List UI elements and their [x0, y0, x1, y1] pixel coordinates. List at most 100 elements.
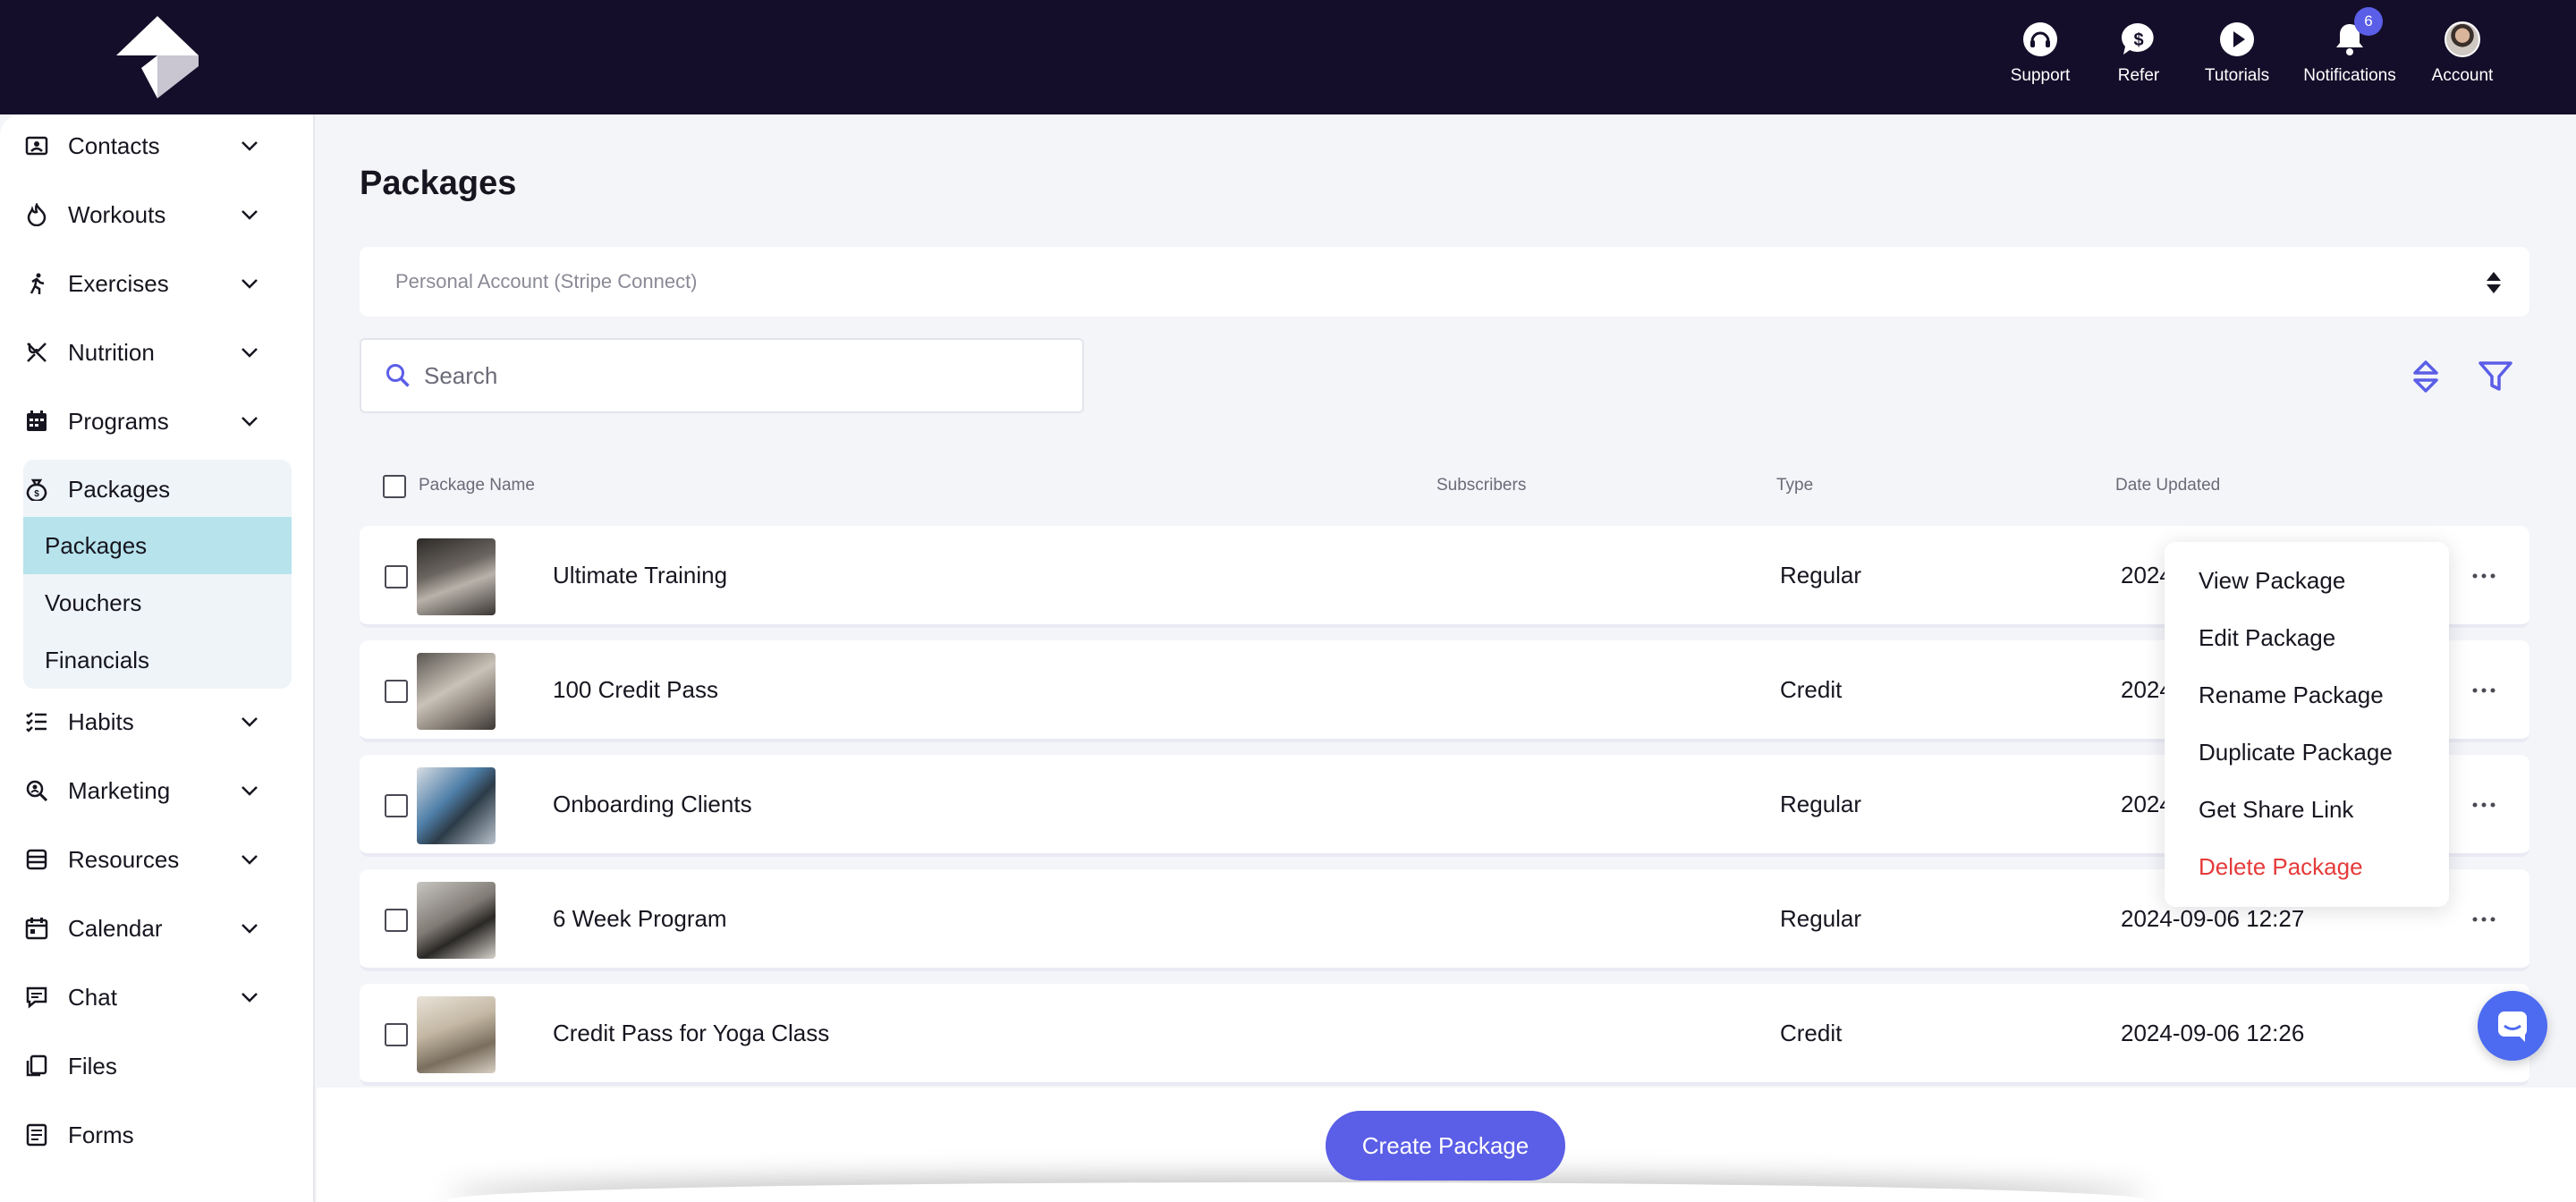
sidebar-subitem-packages[interactable]: Packages — [23, 517, 292, 574]
chat-icon — [23, 984, 50, 1011]
sidebar-item-resources[interactable]: Resources — [23, 834, 292, 885]
support-chat-button[interactable] — [2478, 991, 2547, 1061]
column-header-type[interactable]: Type — [1776, 476, 1813, 495]
sidebar-label: Forms — [68, 1121, 134, 1148]
tutorials-button[interactable]: Tutorials — [2188, 20, 2286, 86]
nutrition-icon — [23, 339, 50, 366]
menu-item-edit-package[interactable]: Edit Package — [2199, 624, 2335, 652]
sidebar-subitem-financials[interactable]: Financials — [23, 631, 292, 689]
sidebar-label: Files — [68, 1052, 117, 1079]
row-checkbox[interactable] — [385, 1023, 408, 1046]
more-options-icon[interactable] — [2470, 909, 2497, 930]
menu-item-view-package[interactable]: View Package — [2199, 567, 2345, 595]
sidebar-item-calendar[interactable]: Calendar — [23, 902, 292, 954]
refer-button[interactable]: $ Refer — [2089, 20, 2188, 86]
package-name[interactable]: 100 Credit Pass — [553, 676, 718, 704]
sidebar-label: Workouts — [68, 200, 166, 228]
create-package-button[interactable]: Create Package — [1326, 1111, 1565, 1181]
avatar-wrapper — [2443, 20, 2482, 59]
package-thumbnail — [417, 767, 496, 844]
table-row[interactable]: Credit Pass for Yoga Class Credit 2024-0… — [360, 984, 2529, 1086]
chevron-down-icon[interactable] — [240, 987, 259, 1007]
app-logo[interactable] — [114, 14, 200, 100]
habits-icon — [23, 708, 50, 735]
support-button[interactable]: Support — [1991, 20, 2089, 86]
sidebar-label: Calendar — [68, 914, 163, 942]
sidebar-item-habits[interactable]: Habits — [23, 696, 292, 748]
notifications-button[interactable]: 6 Notifications — [2286, 7, 2413, 86]
package-thumbnail — [417, 653, 496, 730]
notifications-badge: 6 — [2354, 7, 2383, 36]
refer-label: Refer — [2117, 66, 2160, 85]
sidebar-item-nutrition[interactable]: Nutrition — [23, 326, 292, 378]
sidebar-item-chat[interactable]: Chat — [23, 971, 292, 1023]
page-title: Packages — [360, 165, 517, 202]
sidebar-item-marketing[interactable]: Marketing — [23, 765, 292, 817]
files-icon — [23, 1053, 50, 1079]
dollar-chat-icon: $ — [2119, 20, 2158, 59]
menu-item-duplicate-package[interactable]: Duplicate Package — [2199, 739, 2393, 766]
chevron-down-icon[interactable] — [240, 712, 259, 732]
row-checkbox[interactable] — [385, 909, 408, 932]
package-date: 2024-09-06 12:27 — [2121, 905, 2305, 932]
filter-icon — [2479, 361, 2512, 391]
sidebar-item-forms[interactable]: Forms — [23, 1109, 292, 1161]
filter-button[interactable] — [2476, 357, 2515, 396]
package-thumbnail — [417, 538, 496, 615]
more-options-icon[interactable] — [2470, 680, 2497, 701]
row-checkbox[interactable] — [385, 680, 408, 703]
more-options-icon[interactable] — [2470, 565, 2497, 587]
package-type: Regular — [1780, 905, 1862, 932]
play-icon — [2217, 20, 2257, 59]
column-header-name[interactable]: Package Name — [419, 476, 535, 495]
chevron-down-icon[interactable] — [240, 411, 259, 431]
top-nav: Support $ Refer Tutorials 6 Notification… — [1991, 7, 2512, 86]
chevron-down-icon[interactable] — [240, 205, 259, 224]
sidebar-subitem-vouchers[interactable]: Vouchers — [23, 574, 292, 631]
package-name[interactable]: Credit Pass for Yoga Class — [553, 1020, 829, 1047]
sidebar-label: Programs — [68, 407, 169, 435]
account-button[interactable]: Account — [2413, 20, 2512, 86]
exercises-icon — [23, 270, 50, 297]
sidebar-label: Marketing — [68, 776, 171, 804]
select-all-checkbox[interactable] — [383, 475, 406, 498]
sidebar-label: Packages — [68, 475, 171, 503]
package-name[interactable]: Ultimate Training — [553, 562, 727, 589]
row-checkbox[interactable] — [385, 565, 408, 588]
column-header-subscribers[interactable]: Subscribers — [1436, 476, 1526, 495]
account-label: Account — [2431, 66, 2494, 85]
sidebar-label: Nutrition — [68, 338, 155, 366]
chevron-down-icon[interactable] — [240, 850, 259, 869]
chevron-down-icon[interactable] — [240, 274, 259, 293]
chevron-down-icon[interactable] — [240, 343, 259, 362]
programs-icon — [23, 408, 50, 435]
workouts-icon — [23, 201, 50, 228]
more-options-icon[interactable] — [2470, 794, 2497, 816]
sidebar-item-workouts[interactable]: Workouts — [23, 189, 292, 241]
forms-icon — [23, 1122, 50, 1148]
package-type: Credit — [1780, 676, 1843, 703]
package-name[interactable]: Onboarding Clients — [553, 791, 752, 818]
sidebar-label: Chat — [68, 983, 117, 1011]
sidebar-item-contacts[interactable]: Contacts — [23, 120, 292, 172]
package-thumbnail — [417, 882, 496, 959]
column-header-date[interactable]: Date Updated — [2115, 476, 2220, 495]
sidebar-item-packages[interactable]: $ Packages — [23, 463, 292, 515]
row-checkbox[interactable] — [385, 794, 408, 817]
sidebar-item-files[interactable]: Files — [23, 1040, 292, 1092]
search-input[interactable] — [424, 361, 1050, 390]
sidebar-item-programs[interactable]: Programs — [23, 395, 292, 447]
menu-item-rename-package[interactable]: Rename Package — [2199, 681, 2384, 709]
chevron-down-icon[interactable] — [240, 918, 259, 938]
sidebar-item-exercises[interactable]: Exercises — [23, 258, 292, 309]
chevron-down-icon[interactable] — [240, 781, 259, 800]
search-box[interactable] — [360, 338, 1084, 413]
package-name[interactable]: 6 Week Program — [553, 905, 727, 933]
sidebar-label: Contacts — [68, 131, 160, 159]
chevron-down-icon[interactable] — [240, 136, 259, 156]
headset-icon — [2021, 20, 2060, 59]
menu-item-get-share-link[interactable]: Get Share Link — [2199, 796, 2353, 824]
sort-button[interactable] — [2406, 357, 2445, 396]
account-select[interactable]: Personal Account (Stripe Connect) — [360, 247, 2529, 317]
menu-item-delete-package[interactable]: Delete Package — [2199, 853, 2363, 881]
